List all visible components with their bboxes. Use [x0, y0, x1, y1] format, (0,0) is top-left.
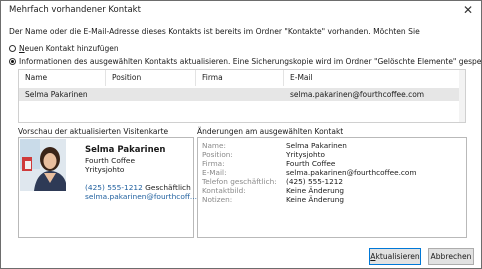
radio-new-contact[interactable]: [9, 44, 16, 52]
option-new-contact-label: Neuen Kontakt hinzufügen: [19, 43, 119, 53]
column-header-company[interactable]: Firma: [196, 70, 284, 86]
change-key: Telefon geschäftlich:: [202, 177, 277, 186]
change-row-position: Position: Yritysjohto: [202, 150, 464, 159]
business-card-preview: Selma Pakarinen Fourth Coffee Yritysjoht…: [18, 137, 197, 238]
change-value: Selma Pakarinen: [286, 141, 347, 150]
change-key: E-Mail:: [202, 168, 227, 177]
changes-panel: Name: Selma Pakarinen Position: Yritysjo…: [197, 137, 467, 238]
change-key: Name:: [202, 141, 226, 150]
change-key: Position:: [202, 150, 233, 159]
change-row-company: Firma: Fourth Coffee: [202, 159, 464, 168]
change-key: Kontaktbild:: [202, 186, 246, 195]
cell-name: Selma Pakarinen: [25, 90, 88, 99]
preview-label: Vorschau der aktualisierten Visitenkarte: [18, 127, 169, 136]
change-row-phone: Telefon geschäftlich: (425) 555-1212: [202, 177, 464, 186]
preview-email[interactable]: selma.pakarinen@fourthcoff...: [85, 192, 197, 201]
column-header-email[interactable]: E-Mail: [284, 70, 459, 86]
cell-position: [106, 88, 196, 101]
change-key: Firma:: [202, 159, 225, 168]
column-header-position[interactable]: Position: [106, 70, 196, 86]
table-scrollbar[interactable]: [459, 70, 465, 122]
change-key: Notizen:: [202, 195, 233, 204]
duplicate-contact-dialog: Mehrfach vorhandener Kontakt ✕ Der Name …: [0, 0, 482, 269]
intro-text: Der Name oder die E-Mail-Adresse dieses …: [9, 27, 420, 36]
change-row-email: E-Mail: selma.pakarinen@fourthcoffee.com: [202, 168, 464, 177]
change-row-name: Name: Selma Pakarinen: [202, 141, 464, 150]
preview-name: Selma Pakarinen: [85, 145, 166, 155]
column-header-name[interactable]: Name: [19, 70, 106, 86]
close-icon[interactable]: ✕: [463, 3, 473, 17]
change-row-notes: Notizen: Keine Änderung: [202, 195, 464, 204]
cell-company: [196, 88, 284, 101]
option-update-contact-label: Informationen des ausgewählten Kontakts …: [19, 56, 482, 66]
cancel-button[interactable]: Abbrechen: [428, 248, 474, 265]
preview-phone[interactable]: (425) 555-1212: [85, 183, 143, 192]
title-bar: Mehrfach vorhandener Kontakt ✕: [1, 1, 481, 21]
contact-photo: [20, 139, 66, 191]
preview-title: Yritysjohto: [85, 165, 125, 174]
option-update-contact[interactable]: Informationen des ausgewählten Kontakts …: [9, 56, 482, 66]
change-value: Keine Änderung: [286, 186, 344, 195]
changes-label: Änderungen am ausgewählten Kontakt: [197, 127, 344, 136]
table-row[interactable]: Selma Pakarinen selma.pakarinen@fourthco…: [19, 88, 459, 101]
change-value: Yritysjohto: [286, 150, 325, 159]
cell-email: selma.pakarinen@fourthcoffee.com: [290, 90, 425, 99]
contacts-table: Name Position Firma E-Mail Selma Pakarin…: [18, 69, 466, 123]
preview-company: Fourth Coffee: [85, 156, 136, 165]
radio-update-contact[interactable]: [9, 57, 16, 65]
preview-phone-type: Geschäftlich: [145, 183, 191, 192]
change-row-photo: Kontaktbild: Keine Änderung: [202, 186, 464, 195]
dialog-title: Mehrfach vorhandener Kontakt: [9, 5, 141, 15]
change-value: Fourth Coffee: [286, 159, 336, 168]
table-header: Name Position Firma E-Mail: [19, 70, 465, 86]
change-value: selma.pakarinen@fourthcoffee.com: [286, 168, 417, 177]
preview-phone-line: (425) 555-1212 Geschäftlich: [85, 183, 191, 192]
change-value: Keine Änderung: [286, 195, 344, 204]
update-button[interactable]: Aktualisieren: [369, 248, 421, 265]
option-new-contact[interactable]: Neuen Kontakt hinzufügen: [9, 43, 119, 53]
change-value: (425) 555-1212: [286, 177, 344, 186]
